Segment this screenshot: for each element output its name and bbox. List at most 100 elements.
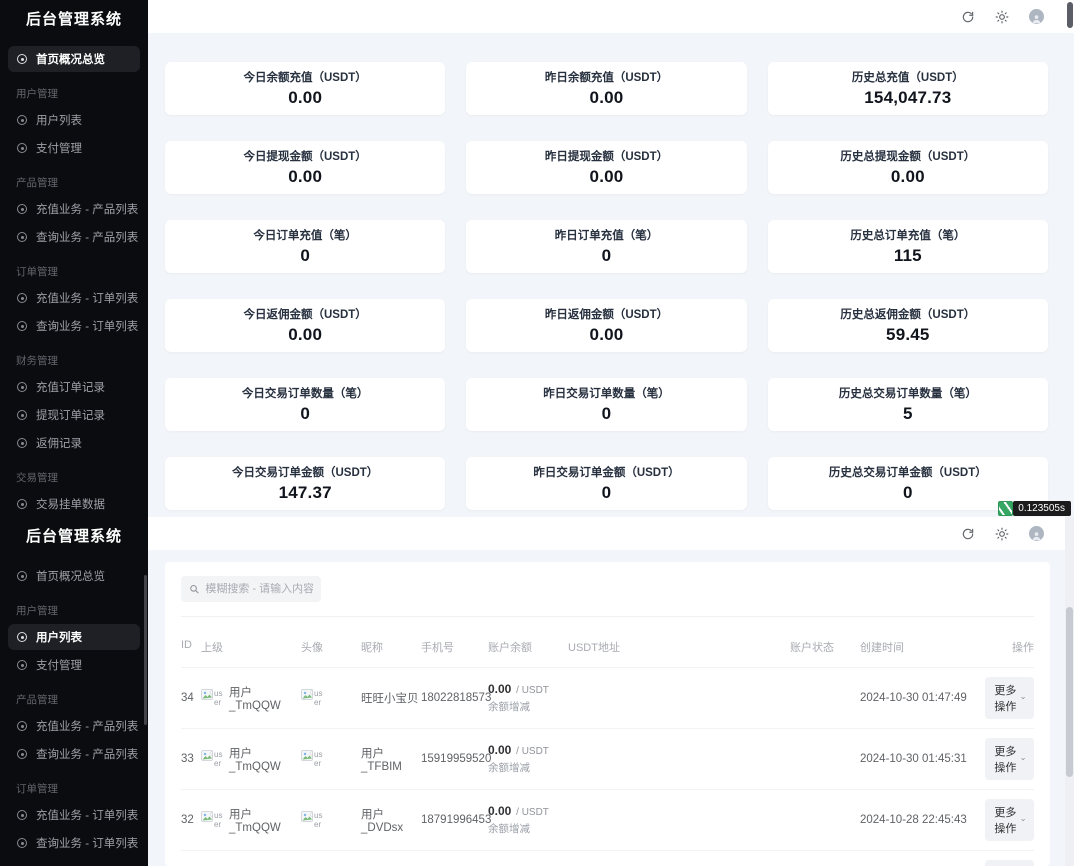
cell-nickname: 旺旺小宝贝 — [361, 690, 421, 706]
stat-card-label: 今日交易订单数量（笔） — [242, 385, 369, 401]
sidebar-item-user-list[interactable]: 用户列表 — [8, 107, 140, 133]
stat-card-value: 0.00 — [590, 88, 624, 108]
sidebar-item-trade-pending[interactable]: 交易挂单数据 — [8, 491, 140, 517]
balance-unit: / USDT — [513, 746, 549, 757]
sidebar-section-header: 产品管理 — [0, 680, 148, 711]
stat-card-label: 今日订单充值（笔） — [253, 227, 357, 243]
user-avatar-icon[interactable] — [1028, 526, 1044, 542]
sidebar-item-recharge-records[interactable]: 充值订单记录 — [8, 374, 140, 400]
menu-dot-icon — [17, 749, 27, 759]
stat-card-label: 历史总返佣金额（USDT） — [840, 306, 975, 322]
sidebar-item-label: 充值业务 - 产品列表 — [36, 718, 138, 734]
debug-badge[interactable]: 0.123505s — [998, 501, 1071, 516]
sidebar-item-label: 交易挂单数据 — [36, 496, 105, 512]
broken-image-icon: user — [201, 750, 225, 768]
sidebar-nav: 首页概况总览用户管理用户列表支付管理产品管理充值业务 - 产品列表查询业务 - … — [0, 46, 148, 517]
user-avatar-icon[interactable] — [1028, 9, 1044, 25]
chevron-down-icon — [1021, 755, 1025, 763]
balance-adjust-link[interactable]: 余额增减 — [488, 821, 530, 836]
balance-adjust-link[interactable]: 余额增减 — [488, 699, 530, 714]
more-actions-button[interactable]: 更多操作 — [985, 738, 1034, 780]
menu-dot-icon — [17, 54, 27, 64]
stat-card-value: 5 — [903, 404, 913, 424]
column-header: 昵称 — [361, 639, 421, 655]
broken-image-icon: user — [301, 689, 325, 707]
sidebar-item-query-products[interactable]: 查询业务 - 产品列表 — [8, 741, 140, 767]
sidebar-scrollbar[interactable] — [144, 575, 147, 725]
balance-value: 0.00 — [488, 682, 511, 696]
stat-card-value: 0.00 — [288, 167, 322, 187]
main-area: 今日余额充值（USDT）0.00昨日余额充值（USDT）0.00历史总充值（US… — [148, 0, 1074, 517]
stat-card-value: 0.00 — [891, 167, 925, 187]
sidebar-item-recharge-orders[interactable]: 充值业务 - 订单列表 — [8, 285, 140, 311]
refresh-icon[interactable] — [960, 9, 976, 25]
refresh-icon[interactable] — [960, 526, 976, 542]
stat-card-value: 0 — [602, 483, 612, 503]
theme-sun-icon[interactable] — [994, 9, 1010, 25]
balance-line: 0.00 / USDT — [488, 684, 549, 696]
sidebar-section-header: 交易管理 — [0, 458, 148, 489]
stat-card: 历史总返佣金额（USDT）59.45 — [768, 299, 1048, 352]
menu-dot-icon — [17, 810, 27, 820]
stat-card-label: 今日余额充值（USDT） — [244, 69, 367, 85]
table-row: 31user用户_TmQQWuser用户_qFGIG152311615110.0… — [181, 850, 1034, 866]
search-box[interactable] — [181, 576, 321, 602]
page-scrollbar[interactable] — [1065, 517, 1074, 866]
sidebar-item-query-orders[interactable]: 查询业务 - 订单列表 — [8, 313, 140, 339]
cell-action: 更多操作 — [985, 677, 1034, 719]
theme-sun-icon[interactable] — [994, 526, 1010, 542]
sidebar-item-label: 查询业务 - 产品列表 — [36, 229, 138, 245]
sidebar-item-recharge-products[interactable]: 充值业务 - 产品列表 — [8, 196, 140, 222]
sidebar-item-label: 充值业务 - 产品列表 — [36, 201, 138, 217]
sidebar-item-query-products[interactable]: 查询业务 - 产品列表 — [8, 224, 140, 250]
more-actions-button[interactable]: 更多操作 — [985, 677, 1034, 719]
column-header: 头像 — [301, 639, 361, 655]
menu-dot-icon — [17, 660, 27, 670]
cell-balance: 0.00 / USDT 余额增减 — [488, 682, 568, 714]
stat-card: 昨日交易订单金额（USDT）0 — [466, 457, 746, 510]
sidebar-item-payment[interactable]: 支付管理 — [8, 652, 140, 678]
menu-dot-icon — [17, 721, 27, 731]
table-toolbar — [181, 576, 1034, 617]
search-icon — [189, 583, 199, 595]
sidebar-item-label: 首页概况总览 — [36, 51, 105, 67]
sidebar-item-label: 查询业务 - 订单列表 — [36, 835, 138, 851]
balance-adjust-link[interactable]: 余额增减 — [488, 760, 530, 775]
sidebar-item-label: 充值订单记录 — [36, 379, 105, 395]
sidebar-item-label: 提现订单记录 — [36, 407, 105, 423]
cell-id: 33 — [181, 753, 201, 765]
stat-card-label: 历史总充值（USDT） — [852, 69, 964, 85]
stat-card-label: 历史总交易订单数量（笔） — [839, 385, 977, 401]
sidebar-item-query-orders[interactable]: 查询业务 - 订单列表 — [8, 830, 140, 856]
column-header: USDT地址 — [568, 639, 790, 655]
user-list-screen: 后台管理系统 首页概况总览用户管理用户列表支付管理产品管理充值业务 - 产品列表… — [0, 517, 1074, 866]
topbar — [148, 0, 1074, 33]
balance-line: 0.00 / USDT — [488, 745, 549, 757]
sidebar-section-header: 用户管理 — [0, 74, 148, 105]
sidebar-item-label: 用户列表 — [36, 112, 82, 128]
sidebar-item-overview[interactable]: 首页概况总览 — [8, 563, 140, 589]
menu-dot-icon — [17, 632, 27, 642]
stat-card-value: 154,047.73 — [864, 88, 951, 108]
stat-card-label: 历史总交易订单金额（USDT） — [829, 464, 987, 480]
more-actions-button[interactable]: 更多操作 — [985, 799, 1034, 841]
main-area: ID上级头像昵称手机号账户余额USDT地址账户状态创建时间操作 34user用户… — [148, 517, 1074, 866]
more-actions-button[interactable]: 更多操作 — [985, 860, 1034, 866]
menu-dot-icon — [17, 321, 27, 331]
stat-card-value: 0.00 — [288, 88, 322, 108]
sidebar-item-recharge-orders[interactable]: 充值业务 - 订单列表 — [8, 802, 140, 828]
sidebar-item-withdraw-records[interactable]: 提现订单记录 — [8, 402, 140, 428]
balance-value: 0.00 — [488, 743, 511, 757]
cell-phone: 18022818573 — [421, 692, 488, 704]
parent-name: 用户_TmQQW — [229, 684, 301, 712]
stat-card-value: 0 — [602, 246, 612, 266]
broken-image-icon: user — [201, 811, 225, 829]
sidebar-item-overview[interactable]: 首页概况总览 — [8, 46, 140, 72]
sidebar-item-payment[interactable]: 支付管理 — [8, 135, 140, 161]
sidebar-item-rebate-records[interactable]: 返佣记录 — [8, 430, 140, 456]
sidebar-item-recharge-products[interactable]: 充值业务 - 产品列表 — [8, 713, 140, 739]
page-scrollbar[interactable] — [1066, 0, 1074, 517]
sidebar-item-user-list[interactable]: 用户列表 — [8, 624, 140, 650]
toggle-knob — [776, 822, 788, 834]
search-input[interactable] — [205, 583, 313, 595]
